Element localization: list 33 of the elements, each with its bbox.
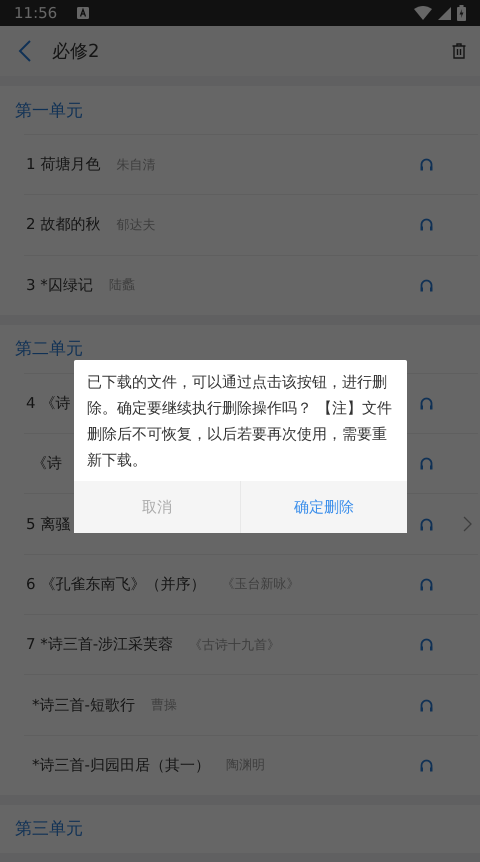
headphones-icon[interactable] <box>420 578 433 591</box>
lesson-title: 2 故都的秋 <box>26 215 100 234</box>
status-time: 11:56 <box>14 4 58 22</box>
dialog-message: 已下载的文件，可以通过点击该按钮，进行删除。确定要继续执行删除操作吗？ 【注】文件删除后不可恢复，以后若要再次使用，需要重新下载。 <box>86 372 393 471</box>
back-button[interactable] <box>18 39 32 63</box>
lesson-title: 4 《诗 <box>26 394 70 414</box>
lesson-title: 7 *诗三首-涉江采芙蓉 <box>26 635 174 654</box>
headphones-icon[interactable] <box>420 278 433 292</box>
signal-icon <box>438 6 451 20</box>
headphones-icon[interactable] <box>420 158 433 172</box>
headphones-icon[interactable] <box>420 518 433 531</box>
headphones-icon[interactable] <box>420 397 433 410</box>
lesson-title: 5 离骚 <box>26 514 70 534</box>
lesson-title: 3 *囚绿记 <box>26 276 93 295</box>
lesson-title: *诗三首-归园田居（其一） <box>32 756 210 775</box>
wifi-icon <box>414 6 432 20</box>
battery-icon <box>457 5 466 21</box>
chevron-icon[interactable] <box>463 516 472 532</box>
unit-heading: 第一单元 <box>15 100 83 122</box>
delete-icon[interactable] <box>452 43 466 59</box>
headphones-icon[interactable] <box>420 758 433 772</box>
headphones-icon[interactable] <box>420 218 433 232</box>
headphones-icon[interactable] <box>420 698 433 712</box>
unit-heading: 第二单元 <box>15 338 83 360</box>
lesson-title: 《诗 <box>32 454 62 474</box>
lesson-title: *诗三首-短歌行 <box>32 696 135 715</box>
unit-heading: 第三单元 <box>15 818 83 840</box>
page-title: 必修2 <box>52 40 100 63</box>
headphones-icon[interactable] <box>420 457 433 470</box>
lesson-title: 1 荷塘月色 <box>26 155 100 174</box>
headphones-icon[interactable] <box>420 638 433 652</box>
notification-icon <box>77 7 90 19</box>
lesson-title: 6 《孔雀东南飞》（并序） <box>26 574 206 594</box>
